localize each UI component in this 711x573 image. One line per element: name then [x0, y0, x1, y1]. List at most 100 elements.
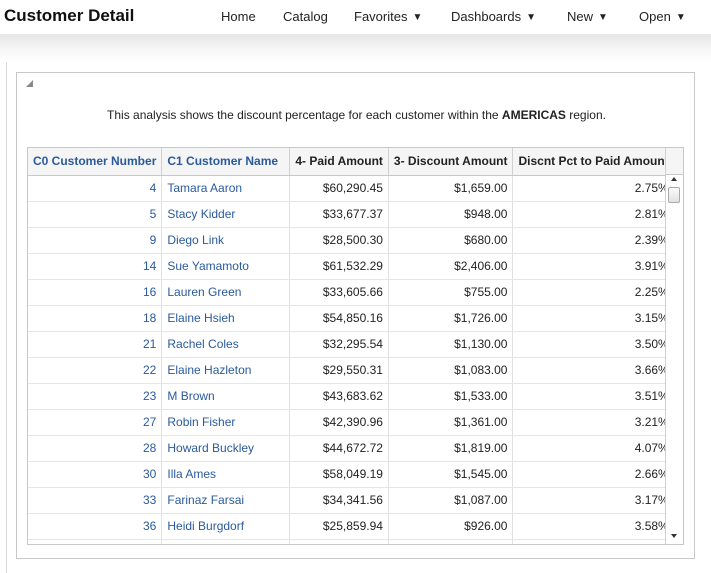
- table-row: 30 Illa Ames $58,049.19 $1,545.00 2.66%: [28, 461, 675, 488]
- cell-paid-amount: $33,605.66: [289, 279, 389, 306]
- scrollbar-header-cap: [666, 148, 683, 175]
- cell-customer-name[interactable]: Lauren Green: [161, 279, 291, 306]
- cell-customer-name[interactable]: Robin Fisher: [161, 409, 291, 436]
- cell-customer-name[interactable]: Rachel Coles: [161, 331, 291, 358]
- cell-customer-number[interactable]: 28: [28, 435, 163, 462]
- column-header-paid-amount[interactable]: 4- Paid Amount: [289, 148, 389, 176]
- nav-dashboards-label: Dashboards: [451, 9, 522, 24]
- cell-customer-name[interactable]: Diego Link: [161, 227, 291, 254]
- cell-customer-name[interactable]: [161, 539, 291, 544]
- cell-discount-amount: $1,083.00: [388, 357, 514, 384]
- cell-customer-name[interactable]: Elaine Hsieh: [161, 305, 291, 332]
- cell-customer-number[interactable]: 9: [28, 227, 163, 254]
- nav-open-menu[interactable]: Open ▼: [639, 9, 686, 24]
- table-row: 28 Howard Buckley $44,672.72 $1,819.00 4.07%: [28, 435, 675, 462]
- cell-discount-amount: $1,361.00: [388, 409, 514, 436]
- description-text: This analysis shows the discount percent…: [107, 108, 502, 122]
- cell-customer-name[interactable]: Elaine Hazleton: [161, 357, 291, 384]
- cell-customer-name[interactable]: Howard Buckley: [161, 435, 291, 462]
- results-table-container[interactable]: C0 Customer Number C1 Customer Name 4- P…: [27, 147, 684, 545]
- global-nav: Home Catalog Favorites ▼ Dashboards ▼ New ▼…: [0, 9, 711, 27]
- cell-customer-number[interactable]: 5: [28, 201, 163, 228]
- scrollbar-thumb[interactable]: [668, 187, 680, 203]
- cell-customer-name[interactable]: Heidi Burgdorf: [161, 513, 291, 540]
- cell-discount-amount: $1,659.00: [388, 175, 514, 202]
- chevron-down-icon: ▼: [598, 12, 608, 23]
- table-row: 36 Heidi Burgdorf $25,859.94 $926.00 3.58%: [28, 513, 675, 540]
- cell-customer-number[interactable]: 36: [28, 513, 163, 540]
- table-header-row: C0 Customer Number C1 Customer Name 4- P…: [28, 148, 675, 176]
- cell-discount-amount: $1,545.00: [388, 461, 514, 488]
- cell-discount-pct: 3.15%: [512, 305, 675, 332]
- cell-discount-amount: $926.00: [388, 513, 514, 540]
- nav-favorites-label: Favorites: [354, 9, 408, 24]
- nav-favorites-menu[interactable]: Favorites ▼: [354, 9, 422, 24]
- table-row: 22 Elaine Hazleton $29,550.31 $1,083.00 3.66…: [28, 357, 675, 384]
- cell-discount-amount: $1,726.00: [388, 305, 514, 332]
- nav-new-label: New: [567, 9, 594, 24]
- cell-customer-number[interactable]: 27: [28, 409, 163, 436]
- cell-discount-pct: [512, 539, 675, 544]
- description-suffix: region.: [565, 108, 606, 122]
- nav-dashboards-menu[interactable]: Dashboards ▼: [451, 9, 536, 24]
- nav-catalog[interactable]: Catalog: [283, 9, 328, 24]
- nav-catalog-label: Catalog: [283, 9, 328, 24]
- cell-customer-number[interactable]: [28, 539, 163, 544]
- cell-discount-pct: 3.51%: [512, 383, 675, 410]
- arrow-down-icon[interactable]: [671, 534, 677, 538]
- cell-paid-amount: $61,532.29: [289, 253, 389, 280]
- cell-customer-number[interactable]: 14: [28, 253, 163, 280]
- cell-discount-amount: $2,406.00: [388, 253, 514, 280]
- column-header-discount-amount[interactable]: 3- Discount Amount: [388, 148, 514, 176]
- vertical-scrollbar[interactable]: [665, 148, 683, 544]
- cell-discount-pct: 3.66%: [512, 357, 675, 384]
- cell-customer-name[interactable]: M Brown: [161, 383, 291, 410]
- column-header-customer-name[interactable]: C1 Customer Name: [161, 148, 291, 176]
- cell-discount-pct: 3.21%: [512, 409, 675, 436]
- results-table: C0 Customer Number C1 Customer Name 4- P…: [28, 148, 675, 544]
- cell-discount-pct: 3.91%: [512, 253, 675, 280]
- cell-customer-number[interactable]: 16: [28, 279, 163, 306]
- cell-customer-name[interactable]: Sue Yamamoto: [161, 253, 291, 280]
- cell-customer-name[interactable]: Stacy Kidder: [161, 201, 291, 228]
- column-header-customer-number[interactable]: C0 Customer Number: [28, 148, 163, 176]
- cell-paid-amount: [289, 539, 389, 544]
- cell-discount-amount: $1,819.00: [388, 435, 514, 462]
- cell-discount-pct: 2.81%: [512, 201, 675, 228]
- cell-customer-name[interactable]: Illa Ames: [161, 461, 291, 488]
- cell-customer-number[interactable]: 30: [28, 461, 163, 488]
- chevron-down-icon: ▼: [526, 12, 537, 23]
- cell-discount-pct: 3.17%: [512, 487, 675, 514]
- cell-customer-name[interactable]: Tamara Aaron: [161, 175, 291, 202]
- chevron-down-icon: ▼: [675, 12, 686, 23]
- cell-discount-pct: 4.07%: [512, 435, 675, 462]
- triangle-icon[interactable]: [26, 80, 33, 87]
- nav-home[interactable]: Home: [221, 9, 256, 24]
- cell-discount-pct: 3.50%: [512, 331, 675, 358]
- region-name: AMERICAS: [501, 108, 566, 122]
- cell-paid-amount: $54,850.16: [289, 305, 389, 332]
- cell-discount-amount: $948.00: [388, 201, 514, 228]
- column-header-discount-pct[interactable]: Discnt Pct to Paid Amount: [512, 148, 675, 176]
- analysis-description: This analysis shows the discount percent…: [17, 108, 696, 122]
- cell-customer-number[interactable]: 23: [28, 383, 163, 410]
- cell-customer-name[interactable]: Farinaz Farsai: [161, 487, 291, 514]
- table-row: 5 Stacy Kidder $33,677.37 $948.00 2.81%: [28, 201, 675, 228]
- cell-discount-amount: [388, 539, 514, 544]
- arrow-up-icon[interactable]: [671, 177, 677, 181]
- cell-discount-amount: $755.00: [388, 279, 514, 306]
- cell-customer-number[interactable]: 33: [28, 487, 163, 514]
- cell-customer-number[interactable]: 21: [28, 331, 163, 358]
- cell-discount-amount: $1,130.00: [388, 331, 514, 358]
- cell-paid-amount: $29,550.31: [289, 357, 389, 384]
- cell-customer-number[interactable]: 22: [28, 357, 163, 384]
- nav-home-label: Home: [221, 9, 256, 24]
- table-row: 9 Diego Link $28,500.30 $680.00 2.39%: [28, 227, 675, 254]
- cell-customer-number[interactable]: 4: [28, 175, 163, 202]
- header-separator: [0, 34, 711, 62]
- cell-discount-pct: 3.58%: [512, 513, 675, 540]
- cell-customer-number[interactable]: 18: [28, 305, 163, 332]
- nav-open-label: Open: [639, 9, 671, 24]
- table-row: 23 M Brown $43,683.62 $1,533.00 3.51%: [28, 383, 675, 410]
- nav-new-menu[interactable]: New ▼: [567, 9, 608, 24]
